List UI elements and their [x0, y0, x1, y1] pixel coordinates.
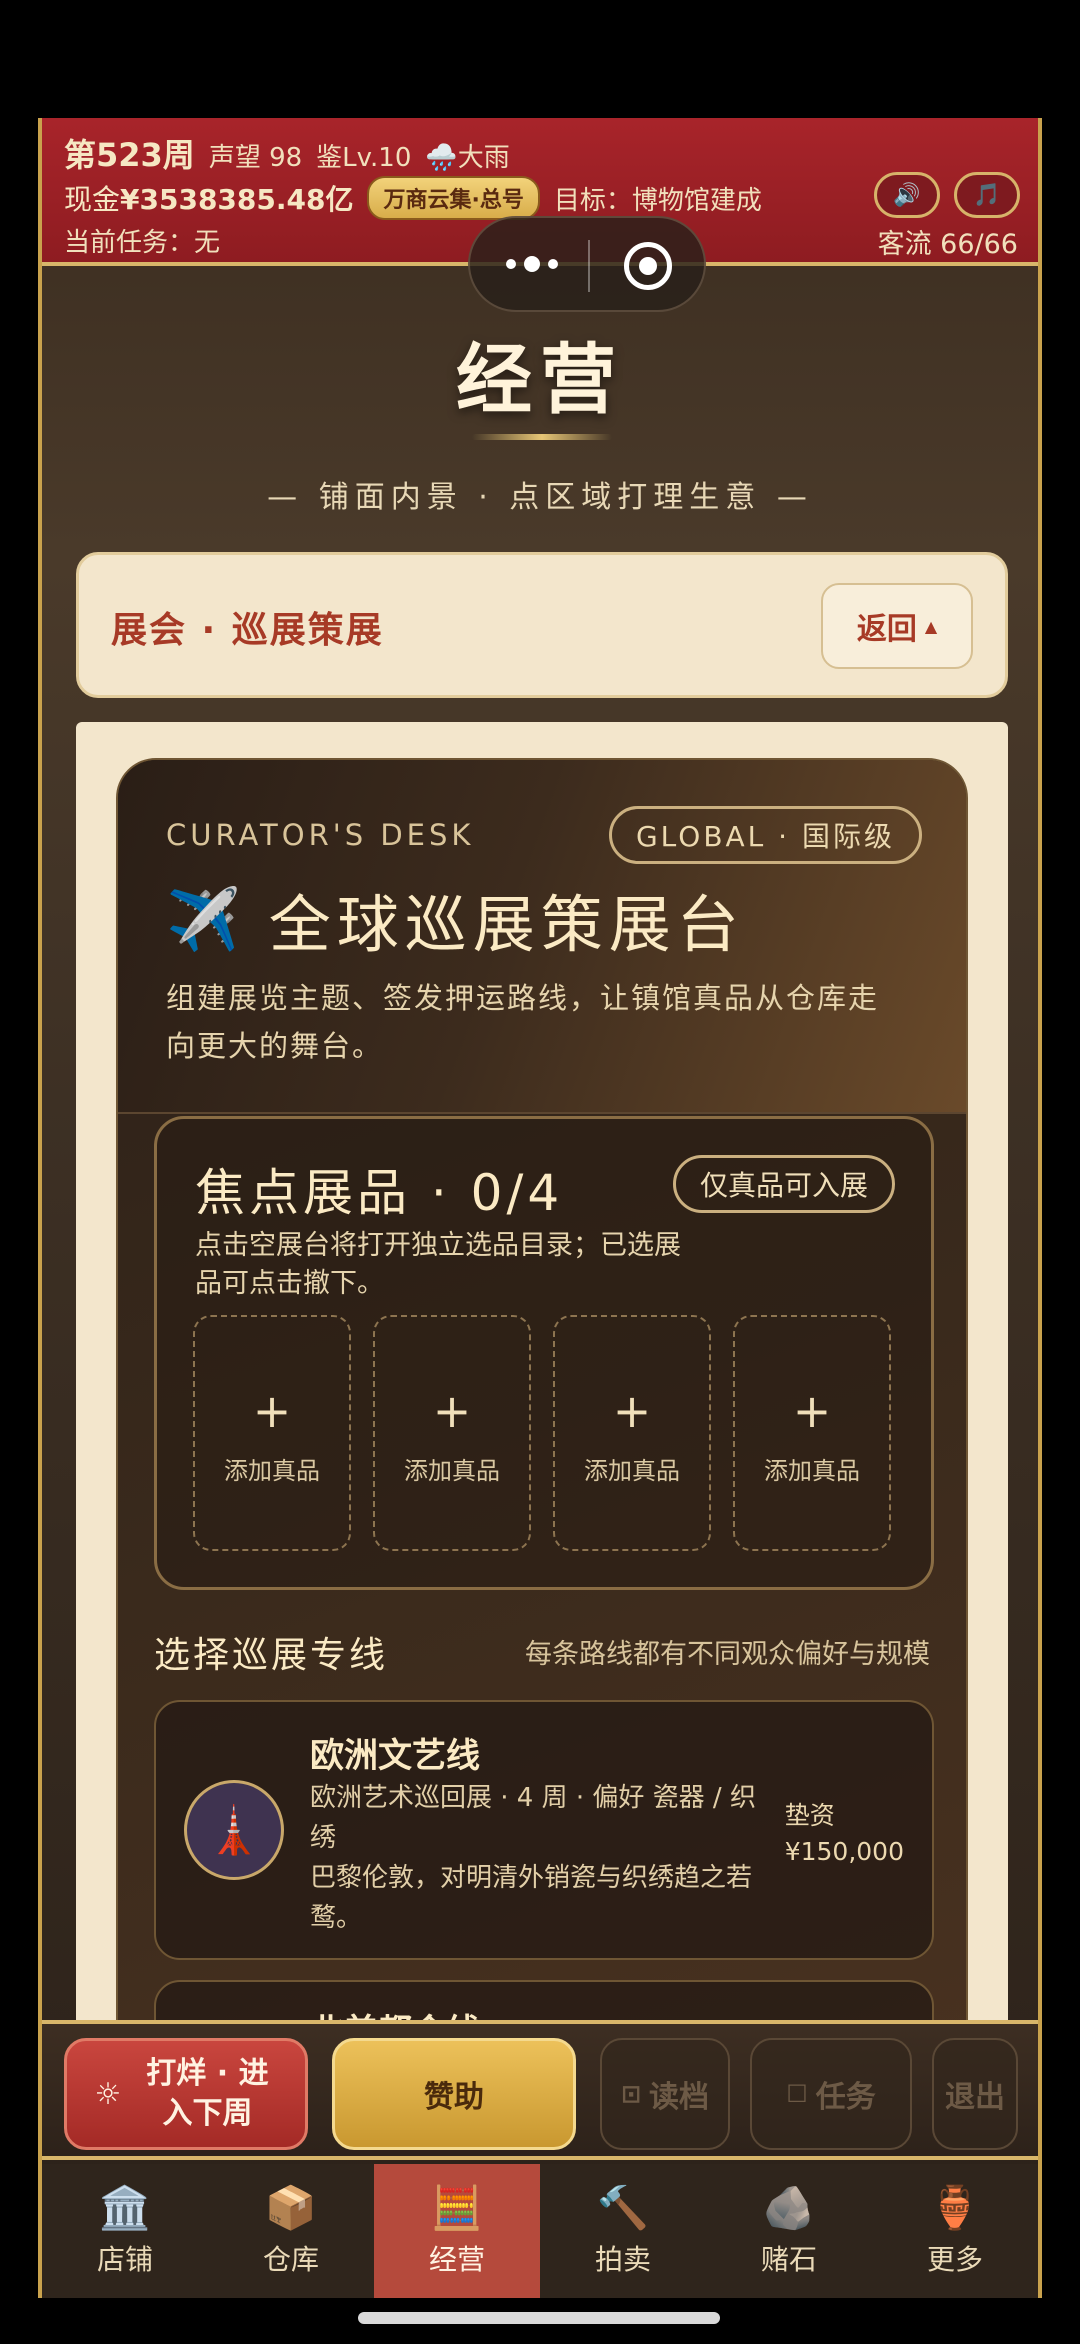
miniprogram-capsule — [468, 216, 706, 312]
week-counter: 第523周 — [64, 136, 195, 174]
tab-label: 更多 — [926, 2243, 983, 2276]
slot-label: 添加真品 — [404, 1456, 500, 1485]
cost-value: ¥150,000 — [784, 1837, 904, 1866]
slot-label: 添加真品 — [224, 1456, 320, 1485]
task-button[interactable]: ☐ 任务 — [750, 2038, 912, 2150]
desk-eyebrow: CURATOR'S DESK — [166, 818, 475, 852]
section-bar: 展会 · 巡展策展 返回 ▲ — [76, 552, 1008, 698]
focus-description: 点击空展台将打开独立选品目录；已选展品可点击撤下。 — [195, 1230, 681, 1299]
route-description: 欧洲艺术巡回展 · 4 周 · 偏好 瓷器 / 织绣 巴黎伦敦，对明清外销瓷与织… — [310, 1778, 770, 1938]
cash-label: 现金 — [64, 183, 121, 216]
vase-icon: 🏺 — [928, 2183, 982, 2232]
tab-more[interactable]: 🏺 更多 — [872, 2164, 1038, 2298]
back-button[interactable]: 返回 ▲ — [821, 583, 973, 669]
speaker-icon: 🔊 — [893, 182, 921, 208]
sponsor-button[interactable]: 赞助 — [332, 2038, 576, 2150]
tab-label: 经营 — [428, 2243, 485, 2276]
goal-text: 目标：博物馆建成 — [553, 185, 762, 216]
shop-icon: 🏛️ — [98, 2183, 152, 2232]
route-name: 欧洲文艺线 — [310, 1736, 480, 1776]
caret-up-icon: ▲ — [924, 616, 938, 636]
exhibit-slot[interactable]: + 添加真品 — [193, 1315, 351, 1551]
route-meta: 欧洲艺术巡回展 · 4 周 · 偏好 瓷器 / 织绣 — [310, 1783, 756, 1853]
focus-exhibits-card: 焦点展品 · 0/4 仅真品可入展 点击空展台将打开独立选品目录；已选展品可点击… — [154, 1116, 934, 1590]
focus-title: 焦点展品 · 0/4 — [195, 1164, 564, 1222]
task-label: 任务 — [815, 2080, 876, 2115]
tab-label: 赌石 — [760, 2243, 817, 2276]
load-save-button[interactable]: ⊡ 读档 — [600, 2038, 730, 2150]
plus-icon: + — [432, 1383, 472, 1438]
desk-header: CURATOR'S DESK GLOBAL · 国际级 ✈️ 全球巡展策展台 组… — [118, 760, 966, 1114]
load-label: 读档 — [649, 2080, 710, 2115]
exhibit-slot[interactable]: + 添加真品 — [553, 1315, 711, 1551]
plus-icon: + — [612, 1383, 652, 1438]
music-button[interactable]: 🎵 — [954, 172, 1020, 218]
authentic-only-badge: 仅真品可入展 — [672, 1155, 895, 1213]
tab-label: 店铺 — [96, 2243, 153, 2276]
desk-title: ✈️ 全球巡展策展台 — [166, 874, 745, 964]
group-chip[interactable]: 万商云集·总号 — [367, 176, 540, 220]
content-panel: CURATOR'S DESK GLOBAL · 国际级 ✈️ 全球巡展策展台 组… — [76, 722, 1008, 2158]
warehouse-icon: 📦 — [264, 2183, 318, 2232]
app-frame: 第523周 声望 98 鉴Lv.10 🌧️大雨 现金¥3538385.48亿 万… — [38, 118, 1042, 2298]
page-title: 经营 — [456, 335, 624, 424]
music-note-icon: 🎵 — [973, 182, 1001, 208]
weather: 🌧️大雨 — [425, 143, 510, 173]
slot-label: 添加真品 — [764, 1456, 860, 1485]
cash-display: 现金¥3538385.48亿 — [64, 178, 353, 218]
tower-icon: 🗼 — [184, 1780, 284, 1880]
tab-label: 拍卖 — [594, 2243, 651, 2276]
next-week-button[interactable]: ☼ 打烊 · 进入下周 — [64, 2038, 308, 2150]
visitor-count: 客流 66/66 — [877, 229, 1018, 260]
stone-icon: 🪨 — [762, 2183, 816, 2232]
tab-operations[interactable]: 🧮 经营 — [374, 2164, 540, 2298]
sound-button[interactable]: 🔊 — [874, 172, 940, 218]
slot-label: 添加真品 — [584, 1456, 680, 1485]
tab-gem-gamble[interactable]: 🪨 赌石 — [706, 2164, 872, 2298]
route-blurb: 巴黎伦敦，对明清外销瓷与织绣趋之若鹜。 — [310, 1863, 753, 1933]
tab-warehouse[interactable]: 📦 仓库 — [208, 2164, 374, 2298]
reputation: 声望 98 — [208, 143, 303, 173]
gavel-icon: 🔨 — [596, 2183, 650, 2232]
action-bar: ☼ 打烊 · 进入下周 赞助 ⊡ 读档 ☐ 任务 退出 — [42, 2020, 1038, 2160]
page-subtitle: — 铺面内景 · 点区域打理生意 — — [267, 480, 813, 515]
exhibit-slot[interactable]: + 添加真品 — [733, 1315, 891, 1551]
desk-title-text: 全球巡展策展台 — [268, 888, 745, 961]
section-label: 展会 · 巡展策展 — [111, 610, 384, 651]
airplane-icon: ✈️ — [166, 884, 247, 955]
exit-button[interactable]: 退出 — [932, 2038, 1018, 2150]
close-target-icon[interactable] — [624, 242, 672, 290]
abacus-icon: 🧮 — [430, 2183, 484, 2232]
more-icon[interactable] — [506, 256, 558, 272]
back-label: 返回 — [856, 612, 917, 647]
appraisal-level: 鉴Lv.10 — [316, 143, 412, 173]
sun-icon: ☼ — [94, 2076, 122, 2112]
routes-note: 每条路线都有不同观众偏好与规模 — [525, 1639, 930, 1670]
route-cost: 垫资 ¥150,000 — [785, 1798, 904, 1870]
bottom-tab-bar: 🏛️ 店铺 📦 仓库 🧮 经营 🔨 拍卖 🪨 赌石 🏺 更多 — [42, 2164, 1038, 2298]
tab-auction[interactable]: 🔨 拍卖 — [540, 2164, 706, 2298]
title-underline — [472, 434, 612, 440]
curator-desk-card: CURATOR'S DESK GLOBAL · 国际级 ✈️ 全球巡展策展台 组… — [116, 758, 968, 2158]
cost-label: 垫资 — [784, 1801, 835, 1830]
home-indicator — [358, 2312, 720, 2324]
routes-heading: 选择巡展专线 — [154, 1635, 389, 1676]
plus-icon: + — [252, 1383, 292, 1438]
next-week-label: 打烊 · 进入下周 — [146, 2056, 269, 2131]
exhibit-slot[interactable]: + 添加真品 — [373, 1315, 531, 1551]
route-card-europe[interactable]: 🗼 欧洲文艺线 欧洲艺术巡回展 · 4 周 · 偏好 瓷器 / 织绣 巴黎伦敦，… — [154, 1700, 934, 1960]
header-row-1: 第523周 声望 98 鉴Lv.10 🌧️大雨 — [64, 130, 510, 176]
plus-icon: + — [792, 1383, 832, 1438]
status-bar — [0, 0, 1080, 118]
current-task: 当前任务：无 — [64, 228, 221, 258]
tab-shop[interactable]: 🏛️ 店铺 — [42, 2164, 208, 2298]
tab-label: 仓库 — [262, 2243, 319, 2276]
desk-description: 组建展览主题、签发押运路线，让镇馆真品从仓库走向更大的舞台。 — [166, 981, 880, 1063]
folder-icon: ⊡ — [620, 2080, 642, 2108]
header-row-2: 现金¥3538385.48亿 万商云集·总号 目标：博物馆建成 — [64, 176, 762, 220]
task-icon: ☐ — [786, 2080, 808, 2108]
level-badge: GLOBAL · 国际级 — [608, 806, 922, 864]
exhibit-slots: + 添加真品 + 添加真品 + 添加真品 + 添加真品 — [193, 1315, 891, 1551]
cash-value: ¥3538385.48亿 — [120, 183, 354, 216]
